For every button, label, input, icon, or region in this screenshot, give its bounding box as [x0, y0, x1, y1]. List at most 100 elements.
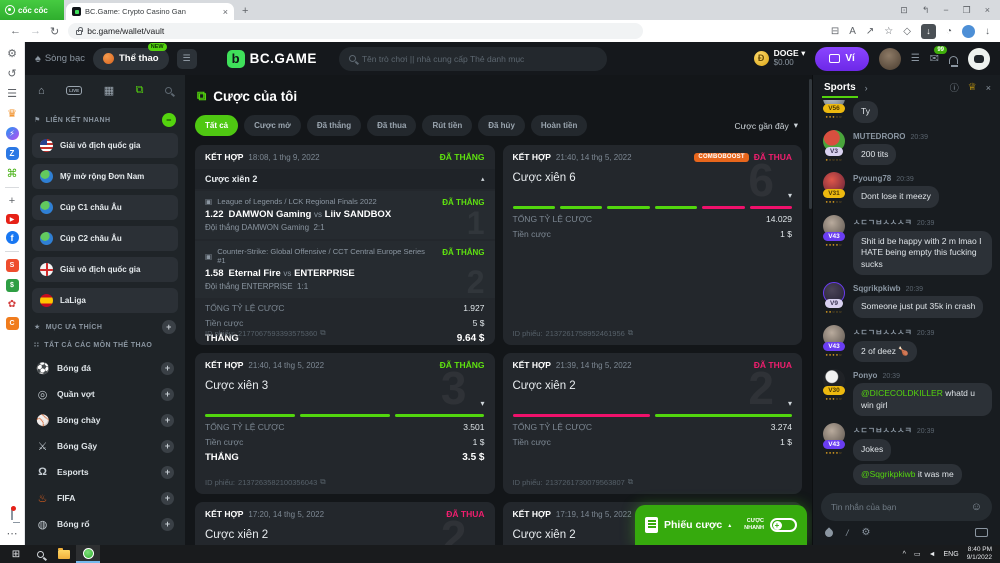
sidebar-item-basketball[interactable]: ◍Bóng rổ+ — [32, 511, 178, 537]
mention[interactable]: @DICECOLDKILLER — [861, 388, 943, 398]
filter-all[interactable]: Tất cả — [195, 115, 238, 136]
downloads-tray-icon[interactable]: ↓ — [985, 26, 990, 37]
chat-username[interactable]: ㅅㄷㄱㅂㅅㅅㅅㅋ — [853, 327, 912, 338]
settings-gear-icon[interactable]: ⚙ — [7, 47, 17, 60]
games-icon[interactable]: ⌘ — [7, 167, 18, 180]
home-icon[interactable]: ⌂ — [38, 85, 45, 97]
avatar[interactable] — [879, 48, 901, 70]
bet-slip-button[interactable]: Phiếu cược ▴ CƯỢC NHANH + — [635, 505, 807, 545]
schedule-icon[interactable]: ▦ — [104, 84, 114, 97]
menu-burger-icon[interactable]: ☰ — [177, 49, 197, 69]
chat-username[interactable]: ㅅㄷㄱㅂㅅㅅㅅㅋ — [853, 217, 912, 228]
sidebar-item-football[interactable]: ⚽Bóng đá+ — [32, 355, 178, 381]
zalo-icon[interactable]: Z — [6, 147, 19, 160]
history-icon[interactable]: ↺ — [7, 67, 16, 80]
sidebar-item-league[interactable]: LaLiga — [32, 288, 178, 313]
cashback-icon[interactable]: $ — [6, 279, 19, 292]
casino-link[interactable]: ♠ Sòng bạc — [35, 53, 85, 65]
download-active-icon[interactable]: ↓ — [921, 24, 936, 39]
cart-icon[interactable]: C — [6, 317, 19, 330]
coccoc-brand[interactable]: cốc cốc — [0, 0, 64, 20]
tab-close-icon[interactable]: × — [223, 7, 228, 17]
live-icon[interactable]: LIVE — [66, 86, 82, 95]
shield-icon[interactable]: ◇ — [903, 26, 911, 37]
messenger-icon[interactable]: ⚡ — [6, 127, 19, 140]
collapse-icon[interactable]: ▴ — [481, 175, 485, 183]
coccoc-taskbar-icon[interactable] — [76, 545, 100, 563]
notifications-bell-icon[interactable] — [949, 56, 958, 64]
chat-input-wrap[interactable]: ☺ — [821, 493, 992, 521]
chat-toggle-button[interactable] — [968, 48, 990, 70]
newsfeed-icon[interactable]: ☰ — [7, 87, 17, 100]
copy-icon[interactable]: ⧉ — [320, 477, 325, 487]
add-shortcut-icon[interactable]: + — [9, 195, 15, 207]
filter-open[interactable]: Cược mở — [244, 115, 301, 136]
slash-commands-icon[interactable]: / — [846, 528, 849, 538]
new-tab-button[interactable]: + — [242, 5, 248, 17]
window-minimize-icon[interactable]: − — [943, 5, 948, 16]
sidebar-item-tennis[interactable]: ◎Quần vợt+ — [32, 381, 178, 407]
bet-card[interactable]: KẾT HỢP 21:40, 14 thg 5, 2022 ĐÃ THẮNG C… — [195, 353, 495, 494]
sidebar-item-league[interactable]: Giải vô địch quốc gia — [32, 257, 178, 282]
chat-tab-sports[interactable]: Sports — [822, 78, 858, 98]
chat-close-icon[interactable]: × — [986, 83, 991, 93]
sports-switch[interactable]: Thể thao NEW — [93, 48, 169, 70]
file-explorer-icon[interactable] — [52, 545, 76, 563]
share-icon[interactable]: ↗ — [866, 26, 874, 37]
window-close-icon[interactable]: × — [985, 5, 990, 16]
copy-icon[interactable]: ⧉ — [628, 477, 633, 487]
chat-settings-gear-icon[interactable]: ⚙ — [862, 527, 871, 538]
expand-icon[interactable]: ▾ — [480, 399, 484, 408]
chat-username[interactable]: MUTEDRORO — [853, 132, 905, 141]
expand-icon[interactable]: ▾ — [788, 191, 792, 200]
sidebar-item-cricket[interactable]: ⚔Bóng Gậy+ — [32, 433, 178, 459]
profile-icon[interactable] — [962, 25, 975, 38]
start-button[interactable]: ⊞ — [4, 545, 28, 563]
network-icon[interactable]: ▭ — [914, 550, 921, 558]
url-bar[interactable]: bc.game/wallet/vault — [68, 23, 643, 39]
forward-icon[interactable]: → — [30, 25, 41, 37]
sidebar-item-league[interactable]: Mỹ mở rộng Đơn Nam — [32, 164, 178, 189]
tab-search-icon[interactable]: ⊡ — [900, 5, 908, 16]
chat-username[interactable]: ㅅㄷㄱㅂㅅㅅㅅㅋ — [853, 425, 912, 436]
clock[interactable]: 8:40 PM 9/1/2022 — [967, 546, 992, 562]
bet-card[interactable]: KẾT HỢP 21:39, 14 thg 5, 2022 ĐÃ THUA Cư… — [503, 353, 803, 494]
emoji-picker-icon[interactable]: ☺ — [971, 501, 982, 513]
expand-sport-button[interactable]: + — [161, 492, 174, 505]
expand-sport-button[interactable]: + — [161, 466, 174, 479]
quick-bet-toggle[interactable]: + — [770, 518, 797, 532]
expand-sport-button[interactable]: + — [161, 414, 174, 427]
chat-rules-info-icon[interactable]: ⓘ — [950, 81, 959, 94]
youtube-icon[interactable]: ▶ — [6, 214, 19, 224]
chat-username[interactable]: Ponyo — [853, 371, 877, 380]
chat-input[interactable] — [831, 502, 965, 512]
sidebar-item-league[interactable]: Cúp C2 châu Âu — [32, 226, 178, 251]
filter-lost[interactable]: Đã thua — [367, 115, 416, 136]
mention[interactable]: @Sqgrikpkiwb — [861, 469, 915, 479]
notification-bell-icon[interactable] — [11, 508, 13, 520]
keyboard-icon[interactable] — [975, 528, 988, 537]
tray-expand-icon[interactable]: ^ — [903, 551, 906, 558]
extension-icon[interactable]: ◔ — [946, 26, 952, 37]
browser-tab[interactable]: BC.Game: Crypto Casino Gan × — [66, 3, 234, 20]
tab-collapse-icon[interactable]: ↰ — [922, 5, 930, 16]
bcgame-logo[interactable]: b BC.GAME — [227, 50, 317, 68]
reload-icon[interactable]: ↻ — [50, 25, 59, 38]
parlay-header[interactable]: Cược xiên 2 ▴ — [195, 169, 495, 189]
filter-cancelled[interactable]: Đã hủy — [478, 115, 525, 136]
bet-card[interactable]: KẾT HỢP 18:08, 1 thg 9, 2022 ĐÃ THẮNG Cư… — [195, 145, 495, 345]
expand-sport-button[interactable]: + — [161, 518, 174, 531]
search-input[interactable] — [362, 54, 597, 64]
currency-selector[interactable]: Ð DOGE ▾ $0.00 — [754, 49, 806, 67]
expand-sport-button[interactable]: + — [161, 362, 174, 375]
sidebar-item-league[interactable]: Cúp C1 châu Âu — [32, 195, 178, 220]
volume-icon[interactable]: ◄ — [929, 551, 936, 558]
taskbar-search-icon[interactable] — [28, 545, 52, 563]
inbox-icon[interactable]: ✉99 — [930, 52, 939, 65]
window-restore-icon[interactable]: ❐ — [963, 5, 971, 16]
bet-card[interactable]: KẾT HỢP 17:20, 14 thg 5, 2022 ĐÃ THUA Cư… — [195, 502, 495, 545]
sort-dropdown[interactable]: Cược gần đây▾ — [734, 120, 802, 131]
bet-card[interactable]: KẾT HỢP 21:40, 14 thg 5, 2022 COMBOBOOST… — [503, 145, 803, 345]
cast-icon[interactable]: ⊟ — [831, 26, 839, 37]
copy-icon[interactable]: ⧉ — [628, 328, 633, 338]
